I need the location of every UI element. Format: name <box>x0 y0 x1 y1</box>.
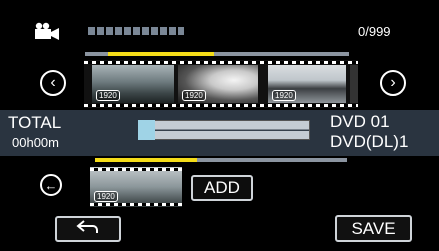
film-perforation <box>84 61 358 64</box>
next-page-button[interactable]: › <box>380 70 406 96</box>
film-perforation <box>90 203 182 206</box>
disc-count-dvd: DVD 01 <box>330 112 390 131</box>
thumbnail-strip: 1920 1920 1920 <box>84 60 358 108</box>
remove-selection-button[interactable]: ← <box>40 174 62 196</box>
film-perforation <box>90 168 182 171</box>
resolution-badge: 1920 <box>94 191 118 202</box>
thumbnail-4-partial[interactable] <box>350 65 358 103</box>
total-label: TOTAL <box>8 113 62 132</box>
resolution-badge: 1920 <box>182 90 206 101</box>
total-time: 00h00m <box>12 135 59 150</box>
add-button[interactable]: ADD <box>191 175 253 201</box>
thumbnail-3[interactable]: 1920 <box>268 65 346 103</box>
resolution-badge: 1920 <box>96 90 120 101</box>
thumbnail-1[interactable]: 1920 <box>92 65 174 103</box>
video-camera-icon <box>34 22 60 40</box>
scene-title-placeholder <box>88 27 184 35</box>
thumbnail-2[interactable]: 1920 <box>178 65 258 103</box>
resolution-badge: 1920 <box>272 90 296 101</box>
status-band: TOTAL 00h00m DVD 01 DVD(DL)1 <box>0 110 439 156</box>
scroll-position-indicator <box>108 52 214 56</box>
save-button[interactable]: SAVE <box>335 215 412 242</box>
chevron-left-icon: ‹ <box>50 74 56 91</box>
return-button[interactable] <box>55 216 121 242</box>
scene-counter: 0/999 <box>358 24 391 39</box>
capacity-fill <box>138 120 155 140</box>
return-arrow-icon <box>75 219 101 240</box>
capacity-bar <box>138 120 310 140</box>
disc-count-dvd-dl: DVD(DL)1 <box>330 132 409 151</box>
prev-page-button[interactable]: ‹ <box>40 70 66 96</box>
selection-indicator <box>95 158 197 162</box>
chevron-right-icon: › <box>390 74 396 91</box>
arrow-left-icon: ← <box>44 177 58 193</box>
selected-thumbnail[interactable]: 1920 <box>90 167 182 207</box>
film-perforation <box>84 104 358 107</box>
